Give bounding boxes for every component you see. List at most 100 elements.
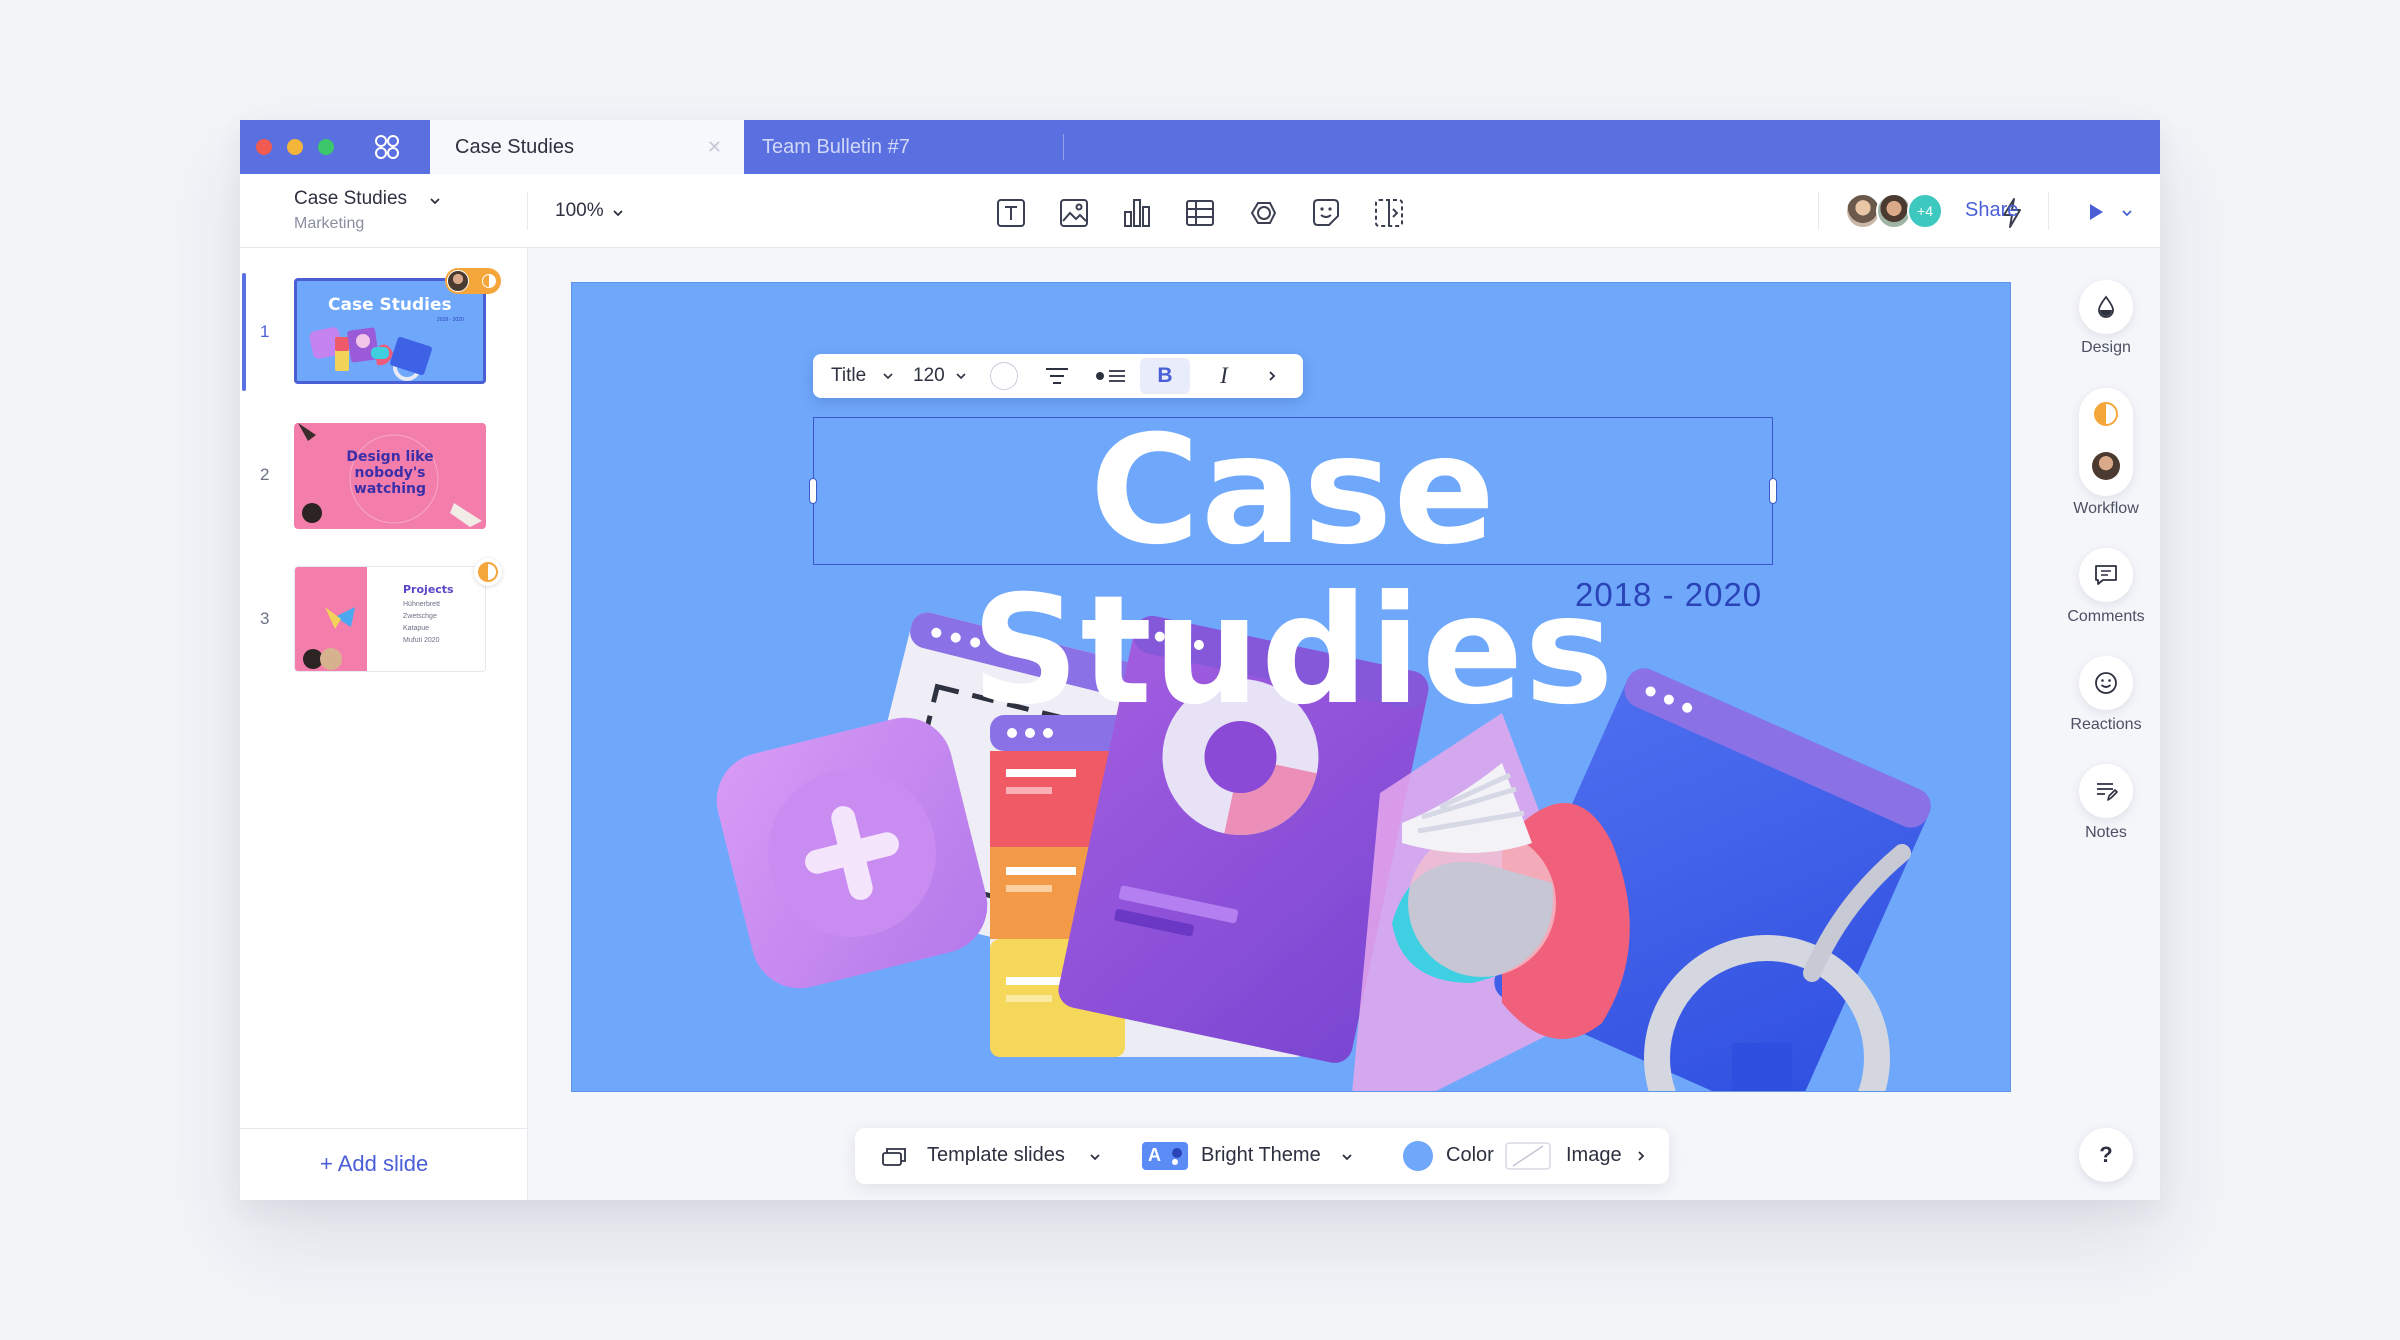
slide-number: 3 (260, 609, 270, 628)
slide-1-status-toggle[interactable] (445, 268, 501, 294)
avatar (447, 270, 469, 292)
slide-3-image (295, 567, 367, 671)
image-placeholder-icon (1505, 1142, 1551, 1170)
chevron-down-icon (613, 210, 623, 217)
half-circle-icon (2094, 402, 2118, 426)
slide-3-status-icon[interactable] (474, 558, 502, 586)
slide-thumb-item: Hühnerbrett (403, 601, 440, 608)
image-icon[interactable] (1057, 196, 1091, 230)
workflow-label: Workflow (2073, 500, 2139, 517)
half-circle-icon (482, 274, 496, 288)
slide-number: 2 (260, 465, 270, 484)
tab-label: Team Bulletin #7 (762, 136, 910, 158)
slide-thumb-title: Design like nobody's watching (346, 449, 434, 497)
avatar (2092, 452, 2120, 480)
design-label: Design (2081, 339, 2131, 356)
reactions-button[interactable] (2079, 656, 2133, 710)
color-swatch (1403, 1141, 1433, 1171)
slide-canvas[interactable]: Title 120 B I Case Studies 2018 - 2020 (571, 282, 2011, 1092)
comment-icon (2095, 565, 2117, 585)
chevron-down-icon (883, 373, 893, 380)
reactions-label: Reactions (2070, 716, 2142, 733)
text-icon[interactable] (994, 196, 1028, 230)
slide-number: 1 (260, 322, 270, 341)
chevron-down-icon (1342, 1154, 1352, 1161)
tab-divider (1063, 134, 1064, 160)
text-format-toolbar: Title 120 B I (813, 354, 1303, 398)
slide-thumb-subtitle: 2018 - 2020 (437, 317, 464, 323)
close-tab-icon[interactable]: ✕ (707, 137, 722, 158)
document-title: Case Studies (294, 188, 408, 209)
add-slide-label: + Add slide (320, 1151, 429, 1176)
half-circle-icon (478, 562, 498, 582)
collaborators-count-badge: +4 (1907, 193, 1943, 229)
chevron-right-icon[interactable] (1265, 369, 1279, 383)
title-bar: Case Studies ✕ Team Bulletin #7 (240, 120, 2160, 174)
image-label: Image (1566, 1144, 1622, 1166)
align-center-icon[interactable] (1044, 366, 1070, 386)
chevron-down-icon (956, 373, 966, 380)
share-button[interactable]: Share (1965, 199, 2018, 222)
slides-sidebar: 1 Case Studies 2018 - 2020 2 Design like… (240, 248, 528, 1200)
theme-icon-dot (1172, 1159, 1178, 1165)
shape-icon[interactable] (1246, 196, 1280, 230)
apps-grid-icon[interactable] (374, 134, 400, 160)
slide-thumb-title: Projects (403, 583, 454, 596)
comments-label: Comments (2067, 608, 2145, 625)
toolbar-divider (2048, 192, 2049, 230)
slide-thumb-item: Katapue (403, 625, 430, 632)
slide-subtitle[interactable]: 2018 - 2020 (1575, 576, 1762, 614)
comments-button[interactable] (2079, 548, 2133, 602)
bullet-list-icon[interactable] (1095, 366, 1127, 386)
embed-icon[interactable] (1372, 196, 1406, 230)
minimize-window-button[interactable] (287, 139, 303, 155)
sticker-icon[interactable] (1309, 196, 1343, 230)
app-window: Case Studies ✕ Team Bulletin #7 Case Stu… (240, 120, 2160, 1200)
add-slide-button[interactable]: + Add slide (240, 1128, 528, 1200)
theme-icon-dot (1172, 1148, 1182, 1158)
droplet-icon (2098, 295, 2114, 318)
tab-team-bulletin[interactable]: Team Bulletin #7 (744, 120, 1064, 174)
notes-button[interactable] (2079, 764, 2133, 818)
theme-icon-letter: A (1148, 1145, 1161, 1165)
design-button[interactable] (2079, 280, 2133, 334)
theme-icon: A (1142, 1142, 1188, 1170)
slide-thumbnail-3[interactable]: Projects Hühnerbrett Zwetschge Katapue M… (294, 566, 486, 672)
chevron-right-icon[interactable] (1634, 1149, 1648, 1163)
slide-thumb-title: Case Studies (328, 295, 452, 315)
workflow-button[interactable] (2079, 388, 2133, 496)
maximize-window-button[interactable] (318, 139, 334, 155)
toolbar-divider (527, 192, 528, 230)
slide-thumb-item: Mufuti 2020 (403, 637, 440, 644)
tab-case-studies[interactable]: Case Studies ✕ (430, 120, 744, 174)
chevron-down-icon (430, 198, 440, 205)
text-style-label: Title (831, 365, 867, 386)
chevron-down-icon[interactable] (2120, 206, 2134, 220)
close-window-button[interactable] (256, 139, 272, 155)
smiley-icon (2095, 672, 2117, 694)
template-slides-icon (882, 1148, 906, 1166)
notes-icon (2097, 783, 2118, 801)
color-label: Color (1446, 1144, 1494, 1166)
slide-title[interactable]: Case Studies (815, 411, 1771, 731)
notes-label: Notes (2085, 824, 2127, 841)
chevron-down-icon (1090, 1154, 1100, 1161)
zoom-level: 100% (555, 200, 604, 221)
active-slide-indicator (242, 273, 246, 391)
bottom-toolbar: Template slides A Bright Theme Color Ima… (855, 1128, 1669, 1184)
font-size-label: 120 (913, 365, 945, 386)
theme-label: Bright Theme (1201, 1144, 1321, 1166)
bold-button[interactable]: B (1140, 358, 1190, 394)
slide-thumb-item: Zwetschge (403, 613, 437, 620)
slide-thumbnail-2[interactable]: Design like nobody's watching (294, 423, 486, 529)
table-icon[interactable] (1183, 196, 1217, 230)
italic-button[interactable]: I (1206, 358, 1242, 394)
document-folder: Marketing (294, 215, 365, 232)
help-button[interactable]: ? (2079, 1128, 2133, 1182)
text-color-swatch[interactable] (990, 362, 1018, 390)
main-toolbar: Case Studies Marketing 100% +4 Share (240, 174, 2160, 248)
template-slides-label: Template slides (927, 1144, 1065, 1166)
play-icon[interactable] (2086, 202, 2106, 222)
slide-3-preview (303, 607, 355, 670)
chart-icon[interactable] (1120, 196, 1154, 230)
